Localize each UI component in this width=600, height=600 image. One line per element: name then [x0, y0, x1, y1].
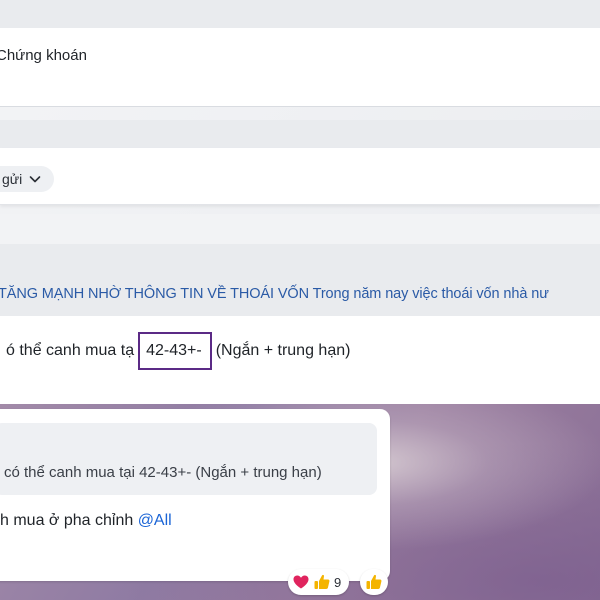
heart-icon — [292, 573, 310, 591]
thumbs-up-icon — [365, 573, 383, 591]
top-band — [0, 0, 600, 28]
reply-text: h mua ở pha chỉnh — [0, 512, 138, 529]
mention-all[interactable]: @All — [138, 512, 172, 529]
spacer-band — [0, 214, 600, 244]
price-highlight: 42-43+- — [138, 332, 212, 370]
headline-text[interactable]: TĂNG MẠNH NHỜ THÔNG TIN VỀ THOÁI VỐN Tro… — [0, 286, 549, 302]
reaction-summary[interactable]: 9 — [288, 569, 350, 595]
quick-react-button[interactable] — [360, 569, 388, 595]
message-line: ó thể canh mua tạ 42-43+- (Ngắn + trung … — [6, 332, 350, 370]
thumbs-up-icon — [313, 573, 331, 591]
header-row — [0, 28, 600, 107]
message-suffix: (Ngắn + trung hạn) — [215, 342, 351, 359]
quoted-message[interactable] — [0, 423, 377, 495]
reply-text-line: h mua ở pha chỉnh @All — [0, 512, 172, 530]
message-prefix: ó thể canh mua tạ — [6, 342, 135, 359]
sender-label: gửi — [2, 171, 23, 187]
sender-dropdown[interactable]: gửi — [0, 166, 55, 192]
divider-band — [0, 120, 600, 148]
headline-banner — [0, 244, 600, 317]
quoted-text: có thể canh mua tại 42-43+- (Ngắn + trun… — [4, 464, 322, 481]
sender-row: gửi — [0, 148, 600, 205]
screenshot-page: Chứng khoán gửi TĂNG MẠNH NHỜ THÔNG TIN … — [0, 0, 600, 600]
page-title: Chứng khoán — [0, 47, 87, 64]
reaction-count: 9 — [334, 574, 342, 590]
chevron-down-icon — [28, 172, 42, 186]
